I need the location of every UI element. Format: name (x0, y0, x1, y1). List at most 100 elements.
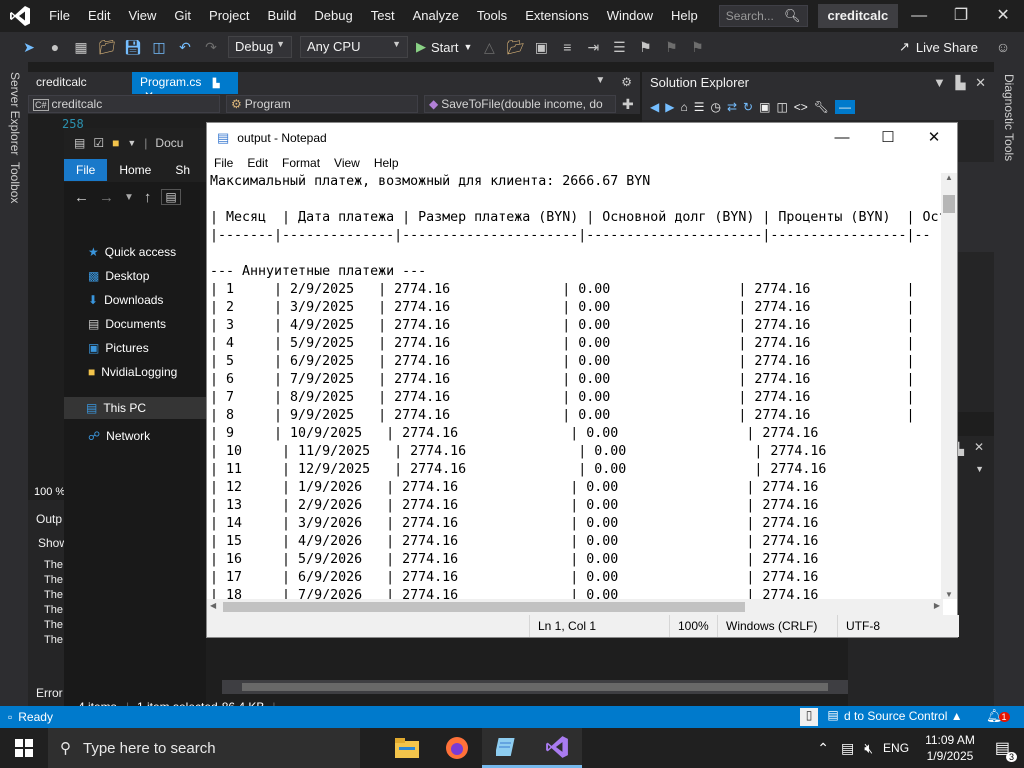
network-status-icon[interactable]: ▤ (841, 740, 854, 757)
redo-icon[interactable]: ↷ (202, 38, 220, 56)
notepad-text-area[interactable]: Максимальный платеж, возможный для клиен… (209, 173, 943, 599)
volume-muted-icon[interactable]: 🔇︎ (864, 740, 873, 757)
menu-tools[interactable]: Tools (468, 0, 516, 32)
firefox-taskbar-icon[interactable] (432, 728, 482, 768)
folder-icon[interactable]: ■ (112, 136, 119, 150)
nav-item-quick-access[interactable]: ★ Quick access (88, 245, 176, 259)
back-arrow-icon[interactable]: ← (74, 189, 89, 206)
prev-bookmark-icon[interactable]: ⚑ (662, 38, 680, 56)
next-bookmark-icon[interactable]: ⚑ (688, 38, 706, 56)
menu-project[interactable]: Project (200, 0, 258, 32)
notepad-menu-edit[interactable]: Edit (247, 156, 268, 170)
vertical-scrollbar[interactable]: ▲ ▼ (941, 173, 957, 599)
layout-icon[interactable]: ▯ (800, 708, 818, 726)
toolbox-tab[interactable]: Toolbox (8, 162, 22, 203)
live-share-button[interactable]: ↗ Live Share (899, 39, 978, 55)
minimize-button[interactable]: — (819, 123, 865, 153)
action-center-icon[interactable]: ▤ 3 (995, 738, 1017, 762)
settings-icon[interactable]: ⚙ (613, 72, 640, 94)
tab-overflow-icon[interactable]: ▼ (587, 72, 613, 94)
notepad-menu-format[interactable]: Format (282, 156, 320, 170)
back-icon[interactable]: ◀ (650, 100, 659, 114)
ribbon-file-tab[interactable]: File (64, 159, 108, 181)
server-explorer-tab[interactable]: Server Explorer (8, 72, 22, 155)
nav-item-desktop[interactable]: ▩ Desktop (88, 269, 149, 283)
menu-analyze[interactable]: Analyze (404, 0, 468, 32)
checkmark-icon[interactable]: ☑ (93, 136, 104, 150)
menu-debug[interactable]: Debug (305, 0, 361, 32)
show-all-files-icon[interactable]: ◫ (776, 100, 787, 114)
language-indicator[interactable]: ENG (883, 741, 909, 755)
show-hidden-icons-icon[interactable]: ⌃ (817, 740, 829, 757)
scroll-up-icon[interactable]: ▲ (945, 173, 953, 182)
menu-build[interactable]: Build (259, 0, 306, 32)
split-editor-icon[interactable]: ✚ (622, 96, 634, 113)
forward-navigation-icon[interactable]: ● (46, 38, 64, 56)
comment-icon[interactable]: ☰ (610, 38, 628, 56)
menu-window[interactable]: Window (598, 0, 662, 32)
feedback-icon[interactable]: ☺ (994, 38, 1012, 56)
start-button[interactable] (0, 728, 48, 768)
tab-program-cs[interactable]: Program.cs ▙ ✕ (132, 72, 238, 103)
tab-creditcalc[interactable]: creditcalc (28, 72, 132, 94)
collapse-all-icon[interactable]: ▣ (759, 100, 770, 114)
nav-item-nvidialogging[interactable]: ■ NvidiaLogging (88, 365, 177, 379)
menu-file[interactable]: File (40, 0, 79, 32)
menu-test[interactable]: Test (362, 0, 404, 32)
maximize-button[interactable]: ☐ (865, 123, 911, 153)
editor-scroll-thumb[interactable] (242, 683, 828, 691)
new-project-icon[interactable]: ▦ (72, 38, 90, 56)
member-dropdown[interactable]: ◆ SaveToFile(double income, do (424, 95, 616, 113)
close-icon[interactable]: ✕ (975, 75, 986, 90)
ribbon-share-tab[interactable]: Sh (163, 159, 202, 181)
minimize-button[interactable]: — (898, 0, 940, 32)
restore-button[interactable]: ❐ (940, 0, 982, 32)
visual-studio-taskbar-icon[interactable] (532, 728, 582, 768)
vs-search-box[interactable]: Search... 🔍︎ (718, 5, 808, 27)
properties-icon[interactable]: 🔧︎ (814, 100, 829, 114)
close-button[interactable]: ✕ (982, 0, 1024, 32)
scroll-down-icon[interactable]: ▼ (945, 590, 953, 599)
open-folder-icon[interactable]: 📁︎ (98, 38, 116, 56)
editor-horizontal-scrollbar[interactable] (222, 680, 848, 694)
switch-views-icon[interactable]: ☰ (694, 100, 705, 114)
format-icon[interactable]: ≡ (558, 38, 576, 56)
menu-view[interactable]: View (119, 0, 165, 32)
file-explorer-icon[interactable]: 📂︎ (506, 38, 525, 56)
scroll-right-icon[interactable]: ▶ (934, 601, 940, 610)
configuration-dropdown[interactable]: Debug ▼ (228, 36, 292, 58)
scroll-left-icon[interactable]: ◀ (210, 601, 216, 610)
taskbar-search-box[interactable]: ⚲ Type here to search (48, 728, 360, 768)
platform-dropdown[interactable]: Any CPU ▼ (300, 36, 408, 58)
notepad-menu-view[interactable]: View (334, 156, 360, 170)
class-dropdown[interactable]: ⚙ Program (226, 95, 418, 113)
save-all-icon[interactable]: ◫ (150, 38, 168, 56)
error-list-tab[interactable]: Error (36, 686, 63, 700)
address-bar[interactable]: ▤ (161, 189, 181, 205)
menu-git[interactable]: Git (165, 0, 200, 32)
visual-studio-logo-icon[interactable] (0, 0, 40, 32)
refresh-icon[interactable]: ↻ (743, 100, 753, 114)
dropdown-icon[interactable]: ▼ (127, 138, 136, 148)
bookmark-icon[interactable]: ⚑ (636, 38, 654, 56)
project-dropdown[interactable]: C# creditcalc (28, 95, 220, 113)
code-view-icon[interactable]: <> (794, 100, 808, 114)
properties-icon[interactable]: ▤ (74, 136, 85, 150)
dropdown-icon[interactable]: ▼ (975, 464, 984, 474)
zoom-level[interactable]: 100 % (34, 486, 65, 498)
nav-item-this-pc[interactable]: ▤ This PC (64, 397, 206, 419)
save-icon[interactable]: 💾︎ (124, 38, 142, 56)
back-navigation-icon[interactable]: ➤ (20, 38, 38, 56)
notepad-menu-help[interactable]: Help (374, 156, 399, 170)
pin-icon[interactable]: ▙ (213, 78, 220, 88)
nav-item-downloads[interactable]: ⬇ Downloads (88, 293, 163, 307)
file-explorer-taskbar-icon[interactable] (382, 728, 432, 768)
diagnostic-tools-tab[interactable]: Diagnostic Tools (1002, 74, 1016, 161)
close-icon[interactable]: ✕ (974, 440, 984, 454)
dropdown-icon[interactable]: ▼ (933, 75, 946, 90)
preview-icon[interactable]: — (835, 100, 856, 114)
horizontal-scrollbar[interactable]: ◀ ▶ (207, 599, 943, 615)
up-arrow-icon[interactable]: ↑ (144, 189, 152, 206)
ribbon-home-tab[interactable]: Home (107, 159, 163, 181)
recent-dropdown-icon[interactable]: ▼ (124, 192, 134, 203)
